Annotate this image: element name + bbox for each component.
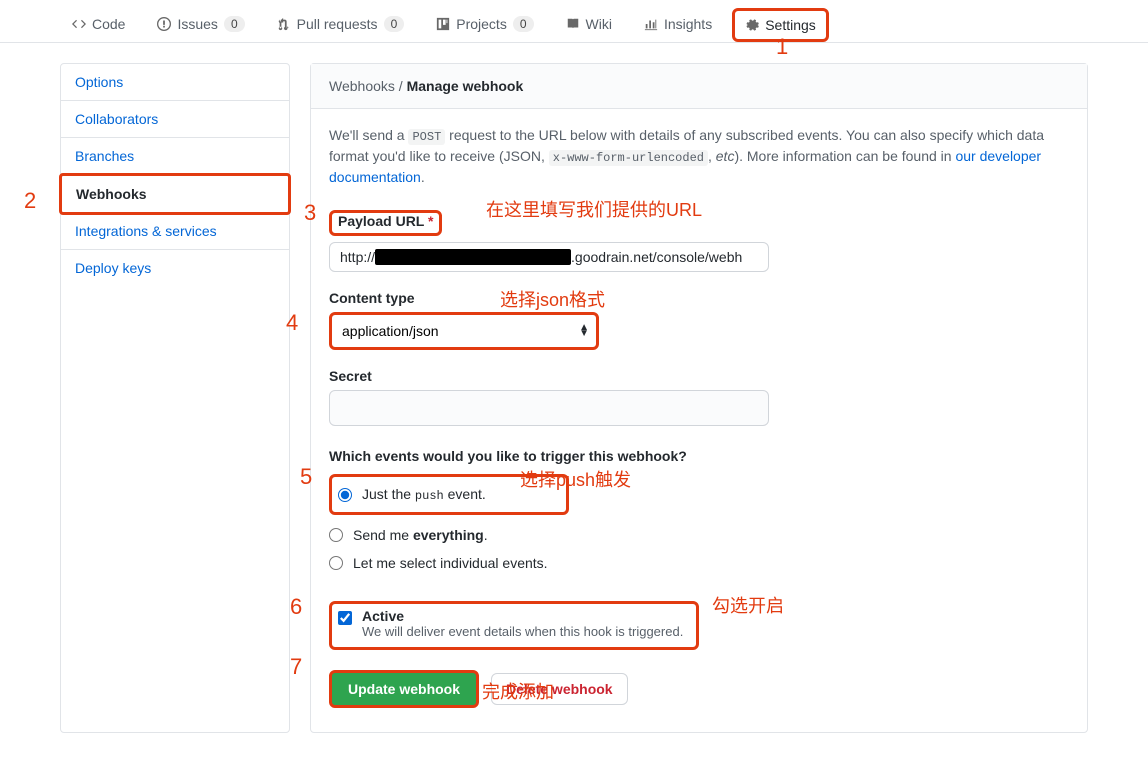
- breadcrumb-current: Manage webhook: [407, 78, 524, 94]
- secret-input[interactable]: [329, 390, 769, 426]
- prs-count: 0: [384, 16, 405, 32]
- sidebar-item-deploy-keys[interactable]: Deploy keys: [61, 250, 289, 286]
- gear-icon: [745, 18, 759, 32]
- active-row: Active We will deliver event details whe…: [329, 601, 699, 650]
- active-checkbox[interactable]: [338, 611, 352, 625]
- radio-select-label: Let me select individual events.: [353, 555, 548, 571]
- repo-nav: Code Issues 0 Pull requests 0 Projects 0…: [0, 0, 1148, 43]
- active-help: We will deliver event details when this …: [362, 624, 683, 639]
- code-icon: [72, 17, 86, 31]
- events-heading: Which events would you like to trigger t…: [329, 448, 1069, 464]
- tab-issues[interactable]: Issues 0: [145, 8, 256, 42]
- payload-url-input[interactable]: http://xxxxxxxxxxxxxxxxxxxxxxxxxxxx.good…: [329, 242, 769, 272]
- tab-insights[interactable]: Insights: [632, 8, 724, 42]
- payload-url-label: Payload URL *: [329, 210, 442, 236]
- secret-label: Secret: [329, 368, 1069, 384]
- sidebar-item-collaborators[interactable]: Collaborators: [61, 101, 289, 138]
- book-icon: [566, 17, 580, 31]
- tab-label: Issues: [177, 16, 217, 32]
- tab-label: Projects: [456, 16, 507, 32]
- radio-everything-label: Send me everything.: [353, 527, 488, 543]
- tab-label: Settings: [765, 17, 816, 33]
- project-icon: [436, 17, 450, 31]
- radio-push-label: Just the push event.: [362, 486, 486, 503]
- content-type-select[interactable]: application/json: [329, 312, 599, 350]
- projects-count: 0: [513, 16, 534, 32]
- issues-count: 0: [224, 16, 245, 32]
- settings-sidebar: Options Collaborators Branches Webhooks …: [60, 63, 290, 733]
- pr-icon: [277, 17, 291, 31]
- delete-webhook-button[interactable]: Delete webhook: [491, 673, 628, 705]
- sidebar-item-webhooks[interactable]: Webhooks: [59, 173, 291, 215]
- tab-label: Pull requests: [297, 16, 378, 32]
- intro-text: We'll send a POST request to the URL bel…: [329, 125, 1069, 188]
- breadcrumb: Webhooks / Manage webhook: [311, 64, 1087, 109]
- sidebar-item-options[interactable]: Options: [61, 64, 289, 101]
- redacted-url-part: xxxxxxxxxxxxxxxxxxxxxxxxxxxx: [375, 249, 571, 265]
- tab-label: Insights: [664, 16, 712, 32]
- graph-icon: [644, 17, 658, 31]
- main-panel: Webhooks / Manage webhook We'll send a P…: [310, 63, 1088, 733]
- tab-label: Code: [92, 16, 125, 32]
- radio-push-event[interactable]: [338, 488, 352, 502]
- radio-select-events[interactable]: [329, 556, 343, 570]
- tab-code[interactable]: Code: [60, 8, 137, 42]
- sidebar-item-branches[interactable]: Branches: [61, 138, 289, 175]
- tab-wiki[interactable]: Wiki: [554, 8, 624, 42]
- radio-everything[interactable]: [329, 528, 343, 542]
- update-webhook-button[interactable]: Update webhook: [329, 670, 479, 708]
- tab-projects[interactable]: Projects 0: [424, 8, 545, 42]
- tab-settings[interactable]: Settings: [732, 8, 829, 42]
- breadcrumb-root[interactable]: Webhooks: [329, 78, 395, 94]
- tab-label: Wiki: [586, 16, 612, 32]
- issue-icon: [157, 17, 171, 31]
- sidebar-item-integrations[interactable]: Integrations & services: [61, 213, 289, 250]
- content-type-label: Content type: [329, 290, 1069, 306]
- active-label: Active: [362, 608, 683, 624]
- tab-pull-requests[interactable]: Pull requests 0: [265, 8, 417, 42]
